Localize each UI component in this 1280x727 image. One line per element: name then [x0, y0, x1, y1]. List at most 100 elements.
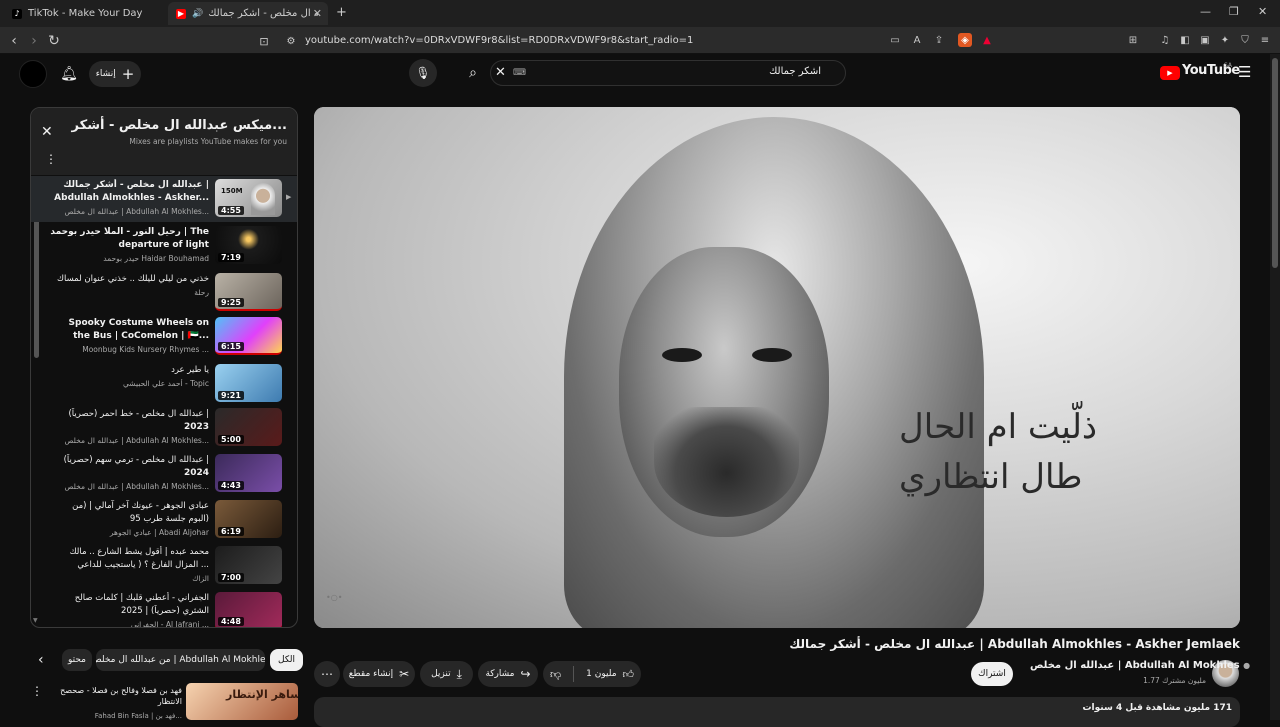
thumbnail: 6:15	[215, 317, 282, 355]
menu-icon[interactable]: ≡	[1258, 33, 1272, 47]
screenshot-icon[interactable]: ⊞	[1126, 33, 1140, 47]
item-title: عبادي الجوهر - عيونك آخر آمالي | (من	[72, 501, 209, 511]
playlist-item[interactable]: 6:19 عبادي الجوهر - عيونك آخر آمالي | (م…	[31, 497, 297, 543]
subscribe-button[interactable]: اشتراك	[971, 662, 1013, 686]
item-title-line2: 2023	[183, 422, 209, 432]
like-icon[interactable]: 👍︎	[623, 668, 635, 681]
new-tab-button[interactable]: +	[336, 5, 347, 20]
playlist-item[interactable]: 7:19 رحيل النور - الملا حيدر بوحمد | The…	[31, 223, 297, 269]
eyes	[654, 342, 804, 370]
tab-tiktok[interactable]: ♪ TikTok - Make Your Day	[4, 2, 164, 25]
speaker-icon: 🔊	[192, 8, 204, 19]
channel-name[interactable]: عبدالله ال مخلص | Abdullah Al Mokhles ●	[1030, 660, 1250, 671]
lyrics-line-2: طال انتظاري	[899, 457, 1083, 497]
create-label: إنشاء	[95, 69, 116, 79]
duration: 4:43	[218, 481, 244, 490]
download-button[interactable]: تنزيل ⤓	[420, 661, 473, 687]
brave-rewards-icon[interactable]: ▲	[980, 33, 994, 47]
playlist-item[interactable]: 9:25 خذني من ليلي لليلك .. خذني عنوان لم…	[31, 270, 297, 316]
suggestion-title[interactable]: فهد بن فصلا وفالح بن فصلا - صحصح الانتظا…	[58, 685, 182, 707]
sidebar-icon[interactable]: ◧	[1178, 33, 1192, 47]
channel-watermark: •○•	[326, 593, 343, 602]
tab-youtube[interactable]: ▶ 🔊 عبدالله ال مخلص - أشكر جمالك ✕	[168, 2, 328, 25]
leo-ai-icon[interactable]: ✦	[1218, 33, 1232, 47]
duration: 7:00	[218, 573, 244, 582]
item-title-line2: Abdullah Almokhles - Askher...	[54, 193, 209, 203]
like-dislike-group: 👎︎ 1 مليون 👍︎	[543, 661, 641, 687]
thumbnail: 9:25	[215, 273, 282, 311]
bookmark-icon[interactable]: ⊡	[255, 32, 273, 50]
share-icon: ↪	[520, 667, 531, 681]
clip-button[interactable]: إنشاء مقطع ✂	[343, 661, 415, 687]
thumbnail: 4:48	[215, 592, 282, 627]
playlist-title[interactable]: ميكس عبدالله ال مخلص - أشكر...	[72, 118, 287, 133]
notifications-icon[interactable]: 🔔︎	[55, 60, 83, 88]
hamburger-menu-icon[interactable]: ☰	[1238, 63, 1251, 81]
close-playlist-icon[interactable]: ✕	[41, 124, 53, 140]
search-box[interactable]: ⌕ ✕ ⌨ اشكر جمالك	[469, 60, 846, 86]
playlist-more-icon[interactable]: ⋮	[45, 152, 57, 166]
playlist-item[interactable]: 9:21 يا طير عرد أحمد علي الحبيشي - Topic	[31, 361, 297, 407]
wallet-icon[interactable]: ▣	[1198, 33, 1212, 47]
eye-right	[752, 348, 792, 362]
thumbnail: 5:00	[215, 408, 282, 446]
more-actions-button[interactable]: ⋯	[314, 661, 340, 687]
scissors-icon: ✂	[399, 667, 410, 681]
plus-icon: +	[121, 65, 135, 83]
playlist-item[interactable]: 5:00 عبدالله ال مخلص - خط احمر (حصرياً) …	[31, 405, 297, 451]
more-icon: ⋯	[321, 667, 333, 681]
download-label: تنزيل	[431, 669, 451, 679]
cast-icon[interactable]: ▭	[888, 33, 902, 47]
share-button[interactable]: مشاركة ↪	[478, 661, 538, 687]
playlist-item[interactable]: 4:43 عبدالله ال مخلص - ترمي سهم (حصرياً)…	[31, 451, 297, 497]
browser-toolbar: ‹ › ↻ ⊡ ⚙ youtube.com/watch?v=0DRxVDWF9r…	[0, 27, 1280, 54]
chips-prev-icon[interactable]: ‹	[38, 652, 44, 668]
thumbnail: 9:21	[215, 364, 282, 402]
close-tab-icon[interactable]: ✕	[313, 7, 322, 20]
item-channel: Moonbug Kids Nursery Rhymes ...	[82, 345, 209, 354]
search-input[interactable]: اشكر جمالك	[769, 66, 821, 77]
item-title-line2: الشثري (حصرياً) | 2025	[121, 606, 209, 616]
youtube-logo-icon[interactable]: ▶	[1160, 66, 1180, 80]
playlist-item[interactable]: 7:00 محمد عبده | أقول يشط الشارع .. مالك…	[31, 543, 297, 589]
forward-icon[interactable]: ›	[25, 32, 43, 50]
page-scrollbar[interactable]	[1270, 54, 1280, 720]
translate-icon[interactable]: A	[910, 33, 924, 47]
brave-shield-icon[interactable]: ◈	[958, 33, 972, 47]
reload-icon[interactable]: ↻	[45, 32, 63, 50]
music-icon[interactable]: ♫	[1158, 33, 1172, 47]
clear-search-icon[interactable]: ✕	[495, 65, 506, 80]
minimize-button[interactable]: —	[1200, 5, 1211, 18]
suggestion-thumbnail[interactable]: تساهر الإنتظار	[186, 683, 298, 720]
item-channel: عبدالله ال مخلص | Abdullah Al Mokhles...	[64, 482, 209, 491]
video-player[interactable]: ذلّيت ام الحال طال انتظاري •○•	[314, 107, 1240, 628]
voice-search-icon[interactable]: 🎙︎	[409, 59, 437, 87]
chip-from-channel[interactable]: من عبدالله ال مخلص | Abdullah Al Mokhles	[96, 649, 265, 671]
site-info-icon[interactable]: ⚙	[282, 32, 300, 50]
search-icon[interactable]: ⌕	[456, 60, 490, 86]
share-page-icon[interactable]: ⇪	[932, 33, 946, 47]
maximize-button[interactable]: ❐	[1229, 5, 1239, 18]
playlist-item[interactable]: 6:15 Spooky Costume Wheels on the Bus | …	[31, 314, 297, 360]
eye-left	[662, 348, 702, 362]
playlist-item[interactable]: ▶ 150M 4:55 عبدالله ال مخلص - أشكر جمالك…	[31, 176, 297, 222]
view-stats: 171 مليون مشاهدة قبل 4 سنوات	[1083, 703, 1232, 713]
chip-all[interactable]: الكل	[270, 649, 304, 671]
keyboard-icon[interactable]: ⌨	[513, 68, 526, 78]
dislike-icon[interactable]: 👎︎	[550, 668, 561, 681]
channel-name-text: عبدالله ال مخلص | Abdullah Al Mokhles	[1030, 660, 1240, 671]
vpn-icon[interactable]: ⛉	[1238, 33, 1252, 47]
scrollbar-thumb[interactable]	[1272, 58, 1278, 268]
item-channel: الجفراني - Al Jafrani ...	[130, 620, 209, 628]
suggestion-more-icon[interactable]: ⋮	[31, 684, 43, 698]
chip-related[interactable]: محتو	[62, 649, 92, 671]
back-icon[interactable]: ‹	[5, 32, 23, 50]
playlist-item[interactable]: 4:48 الجفراني - أعطني قلبك | كلمات صالح …	[31, 589, 297, 628]
description-box[interactable]: 171 مليون مشاهدة قبل 4 سنوات	[314, 697, 1240, 727]
thumbnail-badge: 150M	[221, 187, 243, 195]
create-button[interactable]: إنشاء +	[89, 61, 141, 87]
youtube-masthead: 🔔︎ إنشاء + 🎙︎ ⌕ ✕ ⌨ اشكر جمالك ▶ YouTube…	[0, 54, 1280, 94]
close-window-button[interactable]: ✕	[1258, 5, 1267, 18]
item-channel: عبدالله ال مخلص | Abdullah Al Mokhles...	[64, 207, 209, 216]
avatar[interactable]	[19, 60, 47, 88]
